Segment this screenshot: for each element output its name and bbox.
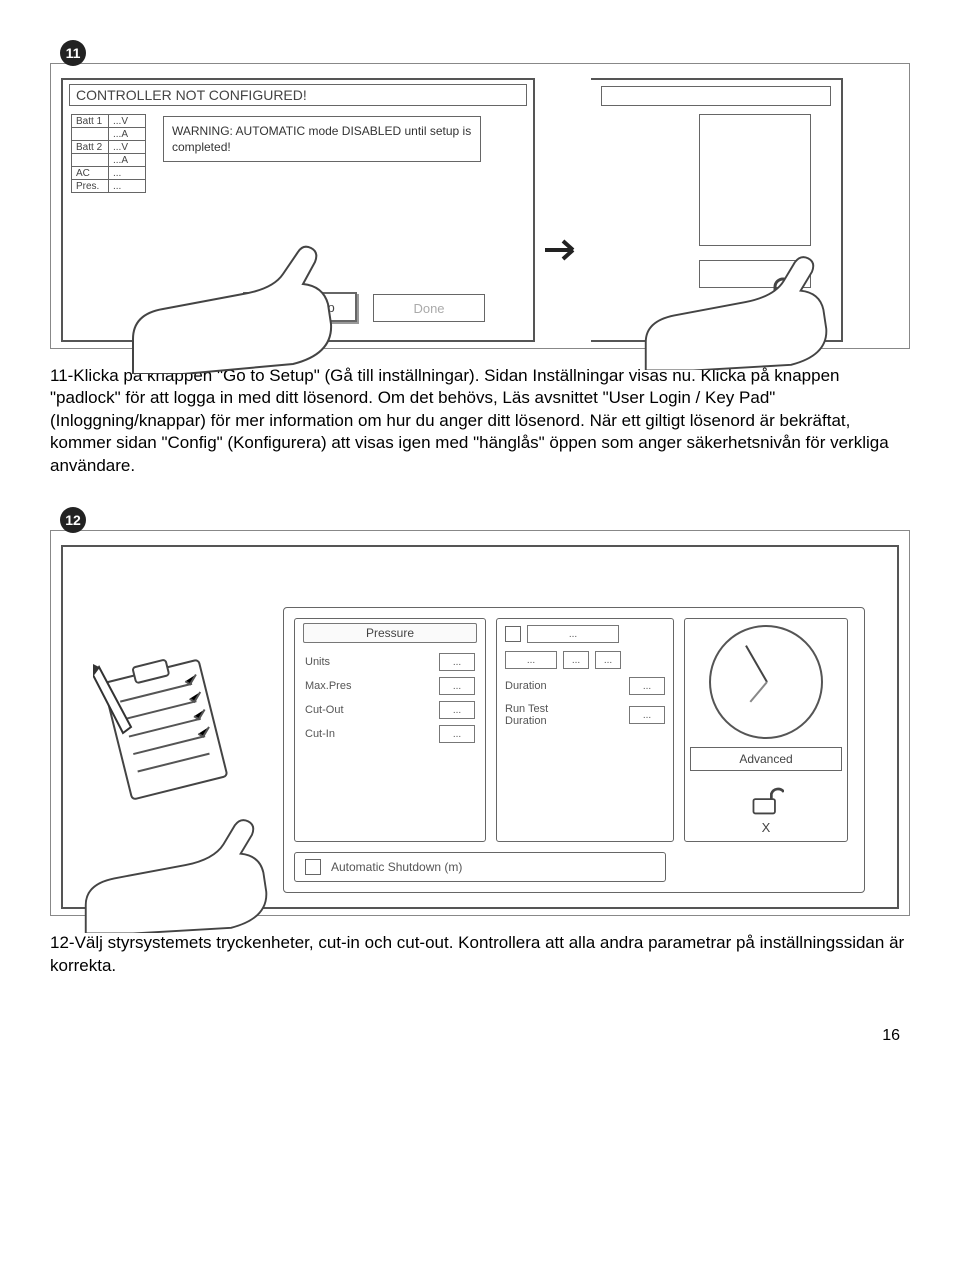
fig12-panel: Pressure Units ... Max.Pres ... Cut-Out … xyxy=(61,545,899,909)
mid-input[interactable]: ... xyxy=(595,651,621,669)
units-label: Units xyxy=(305,656,330,668)
cell: ...A xyxy=(109,128,146,141)
cell: Batt 2 xyxy=(72,141,109,154)
fig11-right-panel: 0 xyxy=(591,78,843,342)
cell: ... xyxy=(109,180,146,193)
mid-top-input[interactable]: ... xyxy=(527,625,619,643)
warning-message: WARNING: AUTOMATIC mode DISABLED until s… xyxy=(163,116,481,162)
cutin-row: Cut-In ... xyxy=(305,725,475,743)
cell xyxy=(72,154,109,167)
cutin-label: Cut-In xyxy=(305,728,335,740)
gauge-dial xyxy=(709,625,823,739)
done-button[interactable]: Done xyxy=(373,294,485,322)
hand-pointer-icon xyxy=(123,234,343,374)
cell xyxy=(72,128,109,141)
figure-12: Pressure Units ... Max.Pres ... Cut-Out … xyxy=(50,530,910,916)
cell: ...V xyxy=(109,115,146,128)
units-row: Units ... xyxy=(305,653,475,671)
mid-input[interactable]: ... xyxy=(563,651,589,669)
figure-11: CONTROLLER NOT CONFIGURED! Batt 1...V ..… xyxy=(50,63,910,349)
automatic-shutdown-label: Automatic Shutdown (m) xyxy=(331,860,462,874)
controller-not-configured-title: CONTROLLER NOT CONFIGURED! xyxy=(69,84,527,106)
step-12-badge: 12 xyxy=(60,507,86,533)
cell: Batt 1 xyxy=(72,115,109,128)
arrow-right-icon xyxy=(543,237,583,263)
step-11-badge: 11 xyxy=(60,40,86,66)
right-inner-panel xyxy=(699,114,811,246)
pressure-header: Pressure xyxy=(303,623,477,643)
fig11-left-panel: CONTROLLER NOT CONFIGURED! Batt 1...V ..… xyxy=(61,78,535,342)
checkbox[interactable] xyxy=(305,859,321,875)
hand-pointer-icon xyxy=(641,247,831,371)
cell: Pres. xyxy=(72,180,109,193)
hand-pointer-icon xyxy=(81,810,271,934)
step-11-text: 11-Klicka på knappen "Go to Setup" (Gå t… xyxy=(50,365,910,477)
cutout-input[interactable]: ... xyxy=(439,701,475,719)
units-input[interactable]: ... xyxy=(439,653,475,671)
cutout-label: Cut-Out xyxy=(305,704,344,716)
right-top-bar xyxy=(601,86,831,106)
middle-group: ... ... ... ... Duration ... Run Test Du… xyxy=(496,618,674,842)
automatic-shutdown-row: Automatic Shutdown (m) xyxy=(294,852,666,882)
page-number: 16 xyxy=(50,1027,910,1045)
checkbox[interactable] xyxy=(505,626,521,642)
cell: ...V xyxy=(109,141,146,154)
pressure-group: Pressure Units ... Max.Pres ... Cut-Out … xyxy=(294,618,486,842)
padlock-open-button[interactable]: X xyxy=(748,783,784,835)
step-12-text: 12-Välj styrsystemets tryckenheter, cut-… xyxy=(50,932,910,977)
runtest-label: Run Test Duration xyxy=(505,703,575,727)
mid-input[interactable]: ... xyxy=(505,651,557,669)
cell: ... xyxy=(109,167,146,180)
padlock-open-icon xyxy=(748,783,784,817)
duration-label: Duration xyxy=(505,680,547,692)
runtest-input[interactable]: ... xyxy=(629,706,665,724)
advanced-button[interactable]: Advanced xyxy=(690,747,842,771)
cell: ...A xyxy=(109,154,146,167)
duration-input[interactable]: ... xyxy=(629,677,665,695)
cell: AC xyxy=(72,167,109,180)
maxpres-label: Max.Pres xyxy=(305,680,351,692)
gauge-group: Advanced X xyxy=(684,618,848,842)
cutin-input[interactable]: ... xyxy=(439,725,475,743)
maxpres-input[interactable]: ... xyxy=(439,677,475,695)
cutout-row: Cut-Out ... xyxy=(305,701,475,719)
status-readout-table: Batt 1...V ...A Batt 2...V ...A AC... Pr… xyxy=(71,114,146,193)
lock-level-letter: X xyxy=(748,820,784,835)
maxpres-row: Max.Pres ... xyxy=(305,677,475,695)
config-panel: Pressure Units ... Max.Pres ... Cut-Out … xyxy=(283,607,865,893)
clipboard-icon xyxy=(93,647,243,817)
